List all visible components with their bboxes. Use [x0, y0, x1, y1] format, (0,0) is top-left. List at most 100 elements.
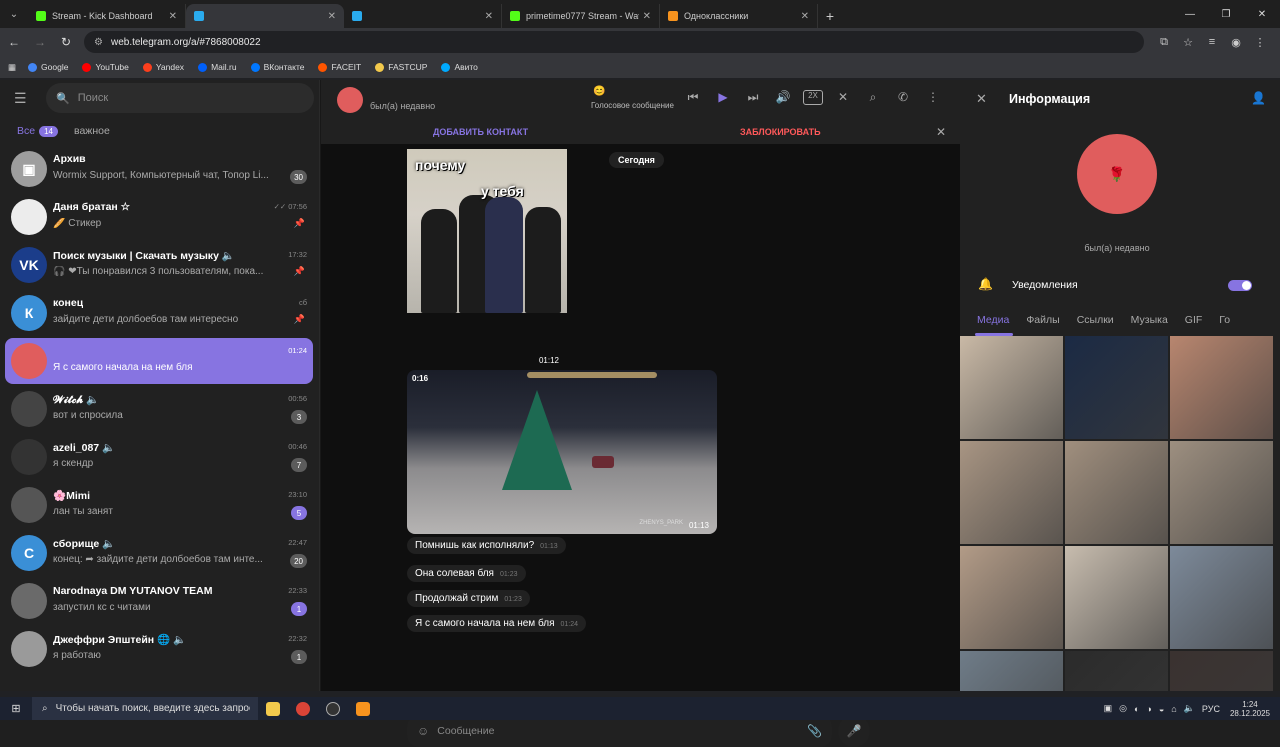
avatar[interactable] [11, 391, 47, 427]
site-settings-icon[interactable]: ⚙ [94, 37, 103, 48]
avatar[interactable] [11, 199, 47, 235]
attach-icon[interactable]: 📎 [807, 724, 822, 738]
address-bar[interactable]: ⚙ web.telegram.org/a/#7868008022 [84, 31, 1144, 53]
chat-list-item[interactable]: azeli_087 🔈 я скендр 00:46 7 [5, 434, 313, 480]
chat-search-icon[interactable]: ⌕ [858, 90, 888, 105]
message-bubble[interactable]: Продолжай стрим 01:23 [407, 590, 530, 607]
add-user-icon[interactable]: 👤 [1251, 91, 1266, 105]
bookmark-item[interactable]: FACEIT [318, 62, 361, 72]
avatar[interactable]: К [11, 295, 47, 331]
tab-close-icon[interactable]: ✕ [643, 11, 651, 22]
avatar[interactable] [11, 487, 47, 523]
media-thumbnail[interactable] [1065, 651, 1168, 691]
network-icon[interactable]: ⌂ [1171, 704, 1176, 714]
video-message[interactable]: 0:16 ZHENYS_PARK 01:13 [407, 370, 717, 534]
chat-list-item[interactable]: 🌸Mimi лан ты занят 23:10 5 [5, 482, 313, 528]
chat-list-item[interactable]: Кконец зайдите дети долбоебов там интерес… [5, 290, 313, 336]
close-action-bar-icon[interactable]: ✕ [936, 125, 946, 139]
block-button[interactable]: ЗАБЛОКИРОВАТЬ [740, 127, 821, 137]
media-tab[interactable]: GIF [1185, 308, 1203, 336]
notifications-toggle[interactable] [1228, 280, 1252, 291]
new-tab-button[interactable]: + [818, 4, 842, 28]
avatar[interactable]: ▣ [11, 151, 47, 187]
media-tab[interactable]: Музыка [1131, 308, 1168, 336]
odnoklassniki-icon[interactable] [348, 697, 378, 720]
message-bubble[interactable]: Она солевая бля 01:23 [407, 565, 526, 582]
restore-icon[interactable]: ❐ [1208, 0, 1244, 28]
menu-icon[interactable]: ⋮ [1248, 36, 1272, 49]
chat-list-item[interactable]: Даня братан ☆ 🥖 Стикер ✓✓ 07:56 📌 [5, 194, 313, 240]
browser-tab[interactable]: ✕ [186, 4, 344, 28]
browser-tab[interactable]: Одноклассники ✕ [660, 4, 818, 28]
close-player-icon[interactable]: ✕ [828, 90, 858, 105]
chat-list-item[interactable]: Я с самого начала на нем бля 01:24 [5, 338, 313, 384]
forward-icon[interactable]: → [28, 30, 52, 54]
media-thumbnail[interactable] [1170, 441, 1273, 544]
play-icon[interactable]: ▶ [708, 90, 738, 105]
add-contact-button[interactable]: ДОБАВИТЬ КОНТАКТ [433, 127, 528, 137]
bookmark-item[interactable]: Yandex [142, 62, 184, 72]
back-icon[interactable]: ← [2, 30, 26, 54]
tray-app-icon[interactable]: ◒ [1159, 704, 1164, 714]
media-thumbnail[interactable] [1065, 336, 1168, 439]
chat-list-item[interactable]: Narodnaya DM YUTANOV TEAM запустил кс с ч… [5, 578, 313, 624]
media-thumbnail[interactable] [1065, 546, 1168, 649]
bookmark-item[interactable]: Mail.ru [198, 62, 237, 72]
chat-list-item[interactable]: VK Поиск музыки | Скачать музыку 🔈 🎧 ❤Ты п… [5, 242, 313, 288]
call-icon[interactable]: ✆ [888, 90, 918, 105]
media-thumbnail[interactable] [960, 651, 1063, 691]
message-bubble[interactable]: Я с самого начала на нем бля 01:24 [407, 615, 587, 632]
media-tab[interactable]: Файлы [1026, 308, 1059, 336]
reload-icon[interactable]: ↻ [54, 30, 78, 54]
profile-avatar[interactable]: 🌹 [1077, 134, 1157, 214]
apps-icon[interactable]: ▦ [8, 62, 16, 73]
folder-tab[interactable]: Все 14 [17, 125, 58, 137]
avatar[interactable]: С [11, 535, 47, 571]
bookmark-item[interactable]: YouTube [82, 62, 129, 72]
bookmark-item[interactable]: Google [28, 62, 68, 72]
avatar[interactable] [11, 343, 47, 379]
next-track-icon[interactable]: ⏭ [738, 90, 768, 105]
taskbar-search[interactable]: ⌕ Чтобы начать поиск, введите здесь запр… [32, 697, 258, 720]
obs-icon[interactable] [318, 697, 348, 720]
folder-tab[interactable]: важное [74, 125, 110, 137]
media-tab[interactable]: Ссылки [1077, 308, 1114, 336]
video-sticker-message[interactable]: почему у тебя 01:12 [407, 149, 567, 371]
chat-list-item[interactable]: 𝓦𝓲𝓽𝓬𝓱 🔈 вот и спросила 00:56 3 [5, 386, 313, 432]
media-thumbnail[interactable] [960, 336, 1063, 439]
media-thumbnail[interactable] [1170, 651, 1273, 691]
minimize-icon[interactable]: — [1172, 0, 1208, 28]
tab-close-icon[interactable]: ✕ [328, 11, 336, 22]
hamburger-menu-icon[interactable]: ☰ [14, 90, 34, 107]
chat-header[interactable]: был(а) недавно 😊 Голосовое сообщение ⏮ ▶… [321, 80, 960, 120]
avatar[interactable] [11, 439, 47, 475]
chat-list-item[interactable]: Джеффри Эпштейн 🌐 🔈 я работаю 22:32 1 [5, 626, 313, 672]
install-app-icon[interactable]: ⧉ [1152, 36, 1176, 49]
media-thumbnail[interactable] [1065, 441, 1168, 544]
notifications-row[interactable]: 🔔 Уведомления [960, 270, 1274, 300]
tab-search-icon[interactable]: ⌄ [0, 0, 28, 28]
media-tab[interactable]: Го [1219, 308, 1230, 336]
bookmark-item[interactable]: Авито [441, 62, 478, 72]
playlist-icon[interactable]: ≡ [1200, 36, 1224, 49]
prev-track-icon[interactable]: ⏮ [678, 90, 708, 105]
volume-icon[interactable]: 🔊 [768, 90, 798, 105]
tray-app-icon[interactable]: ◎ [1119, 703, 1127, 714]
search-input[interactable]: 🔍 Поиск [46, 83, 314, 113]
file-explorer-icon[interactable] [258, 697, 288, 720]
profile-icon[interactable]: ◉ [1224, 36, 1248, 49]
media-tab[interactable]: Медиа [977, 308, 1009, 336]
tab-close-icon[interactable]: ✕ [485, 11, 493, 22]
more-icon[interactable]: ⋮ [918, 90, 948, 105]
chrome-icon[interactable] [288, 697, 318, 720]
browser-tab[interactable]: ✕ [344, 4, 502, 28]
tray-app-icon[interactable]: ▣ [1104, 703, 1113, 714]
media-thumbnail[interactable] [1170, 336, 1273, 439]
media-thumbnail[interactable] [960, 546, 1063, 649]
bookmark-item[interactable]: ВКонтакте [250, 62, 304, 72]
avatar[interactable] [11, 583, 47, 619]
avatar[interactable]: VK [11, 247, 47, 283]
browser-tab[interactable]: primetime0777 Stream - Watch ✕ [502, 4, 660, 28]
playback-speed-button[interactable]: 2X [803, 90, 823, 105]
clock[interactable]: 1:24 28.12.2025 [1230, 700, 1270, 718]
